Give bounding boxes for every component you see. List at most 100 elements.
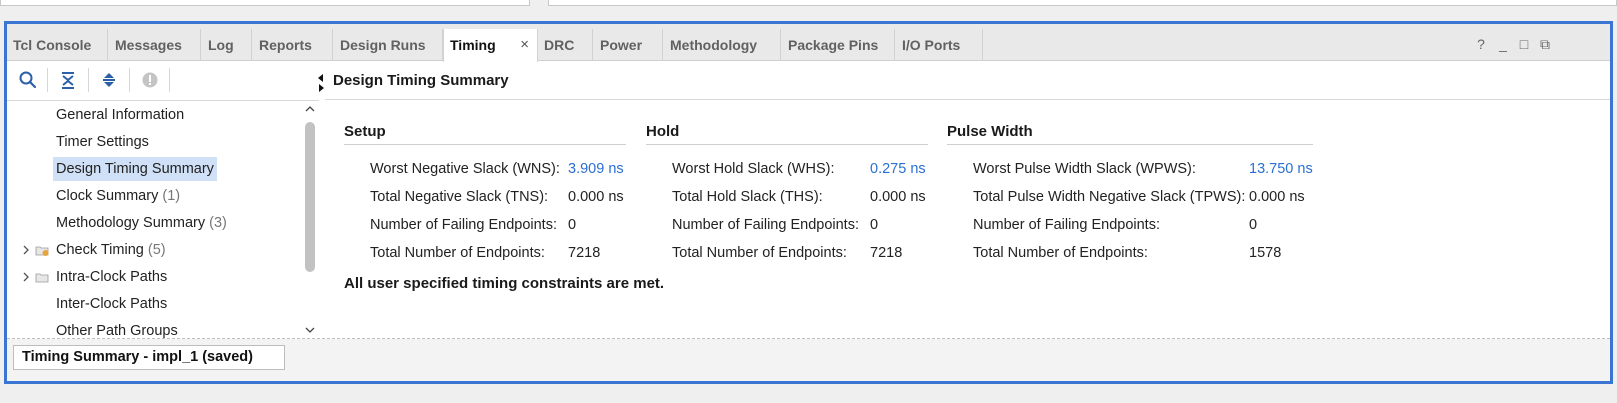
wpws-value-link[interactable]: 13.750 ns [1249, 155, 1313, 183]
tree-item-count: (1) [162, 188, 181, 204]
chevron-right-icon[interactable] [21, 265, 31, 289]
row-value: 0 [568, 217, 577, 233]
row-value: 0 [870, 217, 879, 233]
tab-drc[interactable]: DRC [538, 29, 593, 61]
tree-item-timer-settings[interactable]: Timer Settings [53, 130, 152, 154]
tab-label: Timing [450, 37, 496, 53]
row-label: Total Number of Endpoints: [370, 245, 545, 261]
tree-item-intra-clock-paths[interactable]: Intra-Clock Paths [53, 265, 170, 289]
tab-design-runs[interactable]: Design Runs [334, 29, 443, 61]
tab-package-pins[interactable]: Package Pins [782, 29, 895, 61]
folder-icon [35, 265, 49, 289]
tree-item-count: (3) [209, 215, 227, 231]
tab-label: Methodology [670, 37, 758, 53]
search-icon[interactable] [18, 70, 38, 90]
tab-tcl-console[interactable]: Tcl Console [7, 29, 108, 61]
toolbar-separator [88, 68, 89, 92]
setup-row-tns: Total Negative Slack (TNS): 0.000 ns [370, 183, 630, 211]
hold-row-failing: Number of Failing Endpoints: 0 [672, 211, 932, 239]
tree-item-label: Clock Summary [56, 188, 159, 204]
tree-item-label: Intra-Clock Paths [56, 269, 168, 285]
warning-folder-icon [35, 238, 49, 262]
tree-item-other-path-groups[interactable]: Other Path Groups [53, 319, 181, 338]
toolbar-separator [129, 68, 130, 92]
tab-power[interactable]: Power [594, 29, 663, 61]
toolbar-separator [47, 68, 48, 92]
stop-icon[interactable] [140, 70, 160, 90]
tree-item-design-timing-summary[interactable]: Design Timing Summary [53, 157, 217, 181]
whs-value-link[interactable]: 0.275 ns [870, 155, 926, 183]
hold-row-total: Total Number of Endpoints: 7218 [672, 239, 932, 267]
hold-row-whs: Worst Hold Slack (WHS): 0.275 ns [672, 155, 932, 183]
tab-methodology[interactable]: Methodology [664, 29, 781, 61]
pulse-width-section: Pulse Width [947, 123, 1313, 145]
hold-section: Hold [646, 123, 928, 145]
row-value: 0.000 ns [568, 189, 624, 205]
tree-item-inter-clock-paths[interactable]: Inter-Clock Paths [53, 292, 170, 316]
tab-messages[interactable]: Messages [109, 29, 201, 61]
row-label: Number of Failing Endpoints: [672, 217, 859, 233]
chevron-right-icon[interactable] [21, 238, 31, 262]
tree-item-label: General Information [56, 107, 185, 123]
pulse-row-total: Total Number of Endpoints: 1578 [973, 239, 1318, 267]
row-label: Number of Failing Endpoints: [370, 217, 557, 233]
tab-timing[interactable]: Timing × [443, 29, 538, 62]
tab-reports[interactable]: Reports [253, 29, 333, 61]
collapse-all-icon[interactable] [58, 70, 78, 90]
row-label: Total Hold Slack (THS): [672, 189, 823, 205]
row-value: 1578 [1249, 245, 1282, 261]
tree-item-general-information[interactable]: General Information [53, 103, 187, 127]
restore-icon[interactable]: ⧉ [1537, 36, 1553, 52]
row-label: Total Pulse Width Negative Slack (TPWS): [973, 189, 1246, 205]
tree-item-label: Inter-Clock Paths [56, 296, 168, 312]
page-title: Design Timing Summary [333, 72, 509, 89]
tab-log[interactable]: Log [202, 29, 252, 61]
content-header: Design Timing Summary [325, 62, 1610, 100]
pulse-row-failing: Number of Failing Endpoints: 0 [973, 211, 1318, 239]
row-value: 0.000 ns [1249, 189, 1305, 205]
tree-item-check-timing[interactable]: Check Timing (5) [53, 238, 169, 262]
splitter-handle[interactable] [317, 72, 325, 94]
report-tabs-bar: Timing Summary - impl_1 (saved) [7, 339, 1610, 381]
expand-all-icon[interactable] [99, 70, 119, 90]
tab-io-ports[interactable]: I/O Ports [896, 29, 983, 61]
close-icon[interactable]: × [520, 29, 529, 61]
scroll-down-icon[interactable] [304, 324, 316, 336]
scrollbar-thumb[interactable] [305, 122, 315, 272]
tree-item-methodology-summary[interactable]: Methodology Summary (3) [53, 211, 230, 235]
tree-item-count: (5) [147, 242, 166, 258]
tree-scrollbar[interactable] [302, 100, 318, 338]
tab-label: Power [600, 37, 643, 53]
upper-left-pane [0, 0, 530, 6]
tree-item-label: Check Timing [56, 242, 144, 258]
tree-item-label: Other Path Groups [56, 323, 178, 338]
row-label: Total Number of Endpoints: [672, 245, 847, 261]
tree-item-clock-summary[interactable]: Clock Summary (1) [53, 184, 183, 208]
row-label: Worst Negative Slack (WNS): [370, 161, 560, 177]
tab-label: Package Pins [788, 37, 879, 53]
setup-section: Setup [344, 123, 626, 145]
timing-panel: Tcl Console Messages Log Reports Design … [4, 21, 1613, 384]
tab-label: DRC [544, 37, 575, 53]
minimize-icon[interactable]: _ [1495, 36, 1511, 52]
tab-label: Messages [115, 37, 182, 53]
setup-row-wns: Worst Negative Slack (WNS): 3.909 ns [370, 155, 630, 183]
maximize-icon[interactable]: □ [1516, 36, 1532, 52]
scroll-up-icon[interactable] [304, 103, 316, 115]
setup-row-failing: Number of Failing Endpoints: 0 [370, 211, 630, 239]
upper-right-pane [548, 0, 1617, 6]
report-tab-timing-summary[interactable]: Timing Summary - impl_1 (saved) [13, 345, 285, 370]
help-icon[interactable]: ? [1473, 36, 1489, 52]
wns-value-link[interactable]: 3.909 ns [568, 155, 624, 183]
tree-item-label: Design Timing Summary [56, 161, 214, 177]
timing-summary-content: Setup Worst Negative Slack (WNS): 3.909 n… [325, 101, 1610, 339]
section-title: Setup [344, 123, 626, 145]
upper-pane-edge [0, 0, 1617, 20]
pulse-row-wpws: Worst Pulse Width Slack (WPWS): 13.750 ns [973, 155, 1318, 183]
row-label: Number of Failing Endpoints: [973, 217, 1160, 233]
section-title: Hold [646, 123, 928, 145]
tab-label: Reports [259, 37, 312, 53]
row-value: 7218 [870, 245, 903, 261]
hold-row-ths: Total Hold Slack (THS): 0.000 ns [672, 183, 932, 211]
tab-label: I/O Ports [902, 37, 961, 53]
